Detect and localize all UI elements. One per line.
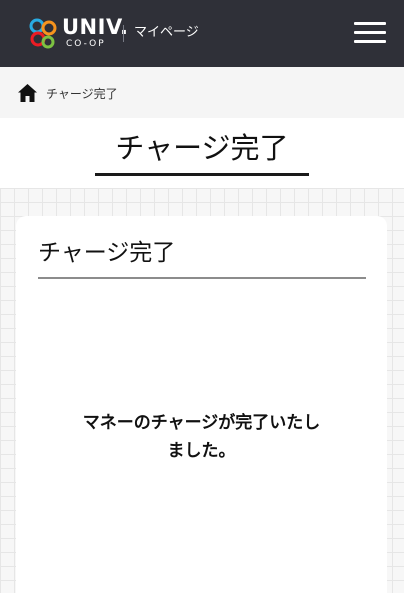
logo-subtext: CO-OP xyxy=(66,39,106,49)
title-underline xyxy=(95,173,309,176)
page-title-area: チャージ完了 xyxy=(0,118,404,188)
completion-message: マネーのチャージが完了いたし ました。 xyxy=(56,409,347,465)
card-title: チャージ完了 xyxy=(38,240,176,266)
coop-logo-icon[interactable] xyxy=(26,16,62,52)
home-icon[interactable] xyxy=(18,84,37,102)
completion-message-line1: マネーのチャージが完了いたし xyxy=(82,413,321,433)
logo-wordmark: UNIV. xyxy=(62,15,129,39)
app-header: UNIV. CO-OP マイページ xyxy=(0,0,404,67)
page-title: チャージ完了 xyxy=(115,131,289,165)
mypage-label[interactable]: マイページ xyxy=(134,24,199,42)
card-divider xyxy=(38,277,366,279)
breadcrumb: チャージ完了 xyxy=(0,67,404,118)
header-divider xyxy=(123,25,124,42)
breadcrumb-current: チャージ完了 xyxy=(46,87,118,101)
completion-message-line2: ました。 xyxy=(167,441,236,461)
result-card: チャージ完了 マネーのチャージが完了いたし ました。 xyxy=(16,216,387,616)
hamburger-menu-icon[interactable] xyxy=(352,18,388,48)
